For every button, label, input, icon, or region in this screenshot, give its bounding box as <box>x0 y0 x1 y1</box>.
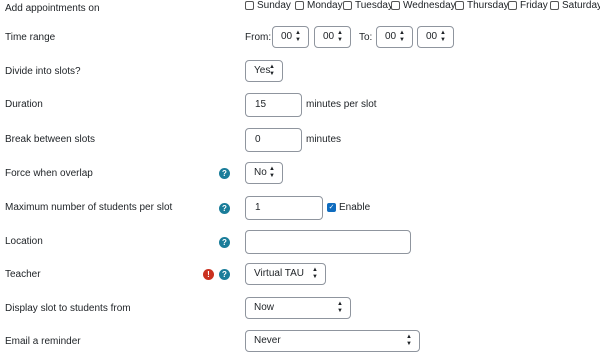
location-input[interactable] <box>245 230 411 254</box>
checkbox-friday[interactable] <box>508 1 517 10</box>
exclamation-circle-icon: ! <box>203 269 214 280</box>
from-hour-select[interactable]: 00 ▲ ▼ <box>272 26 309 48</box>
max-students-label: Maximum number of students per slot <box>5 202 173 213</box>
checkbox-monday[interactable] <box>295 1 304 10</box>
chevron-updown-icon: ▲ ▼ <box>295 30 301 43</box>
from-label: From: <box>245 32 272 43</box>
chevron-updown-icon: ▲ ▼ <box>337 301 343 314</box>
force-overlap-select[interactable]: No ▲ ▼ <box>245 162 283 184</box>
teacher-select[interactable]: Virtual TAU ▲ ▼ <box>245 263 326 285</box>
teacher-label: Teacher <box>5 269 41 280</box>
chevron-updown-icon: ▲ ▼ <box>269 64 275 77</box>
question-circle-icon[interactable]: ? <box>219 203 230 214</box>
duration-suffix: minutes per slot <box>306 99 377 110</box>
divide-select[interactable]: Yes ▲ ▼ <box>245 60 283 82</box>
from-minute-select[interactable]: 00 ▲ ▼ <box>314 26 351 48</box>
chevron-updown-icon: ▲ ▼ <box>269 166 275 179</box>
break-label: Break between slots <box>5 134 96 145</box>
checkbox-saturday[interactable] <box>550 1 559 10</box>
question-circle-icon[interactable]: ? <box>219 168 230 179</box>
question-circle-icon[interactable]: ? <box>219 269 230 280</box>
question-circle-icon[interactable]: ? <box>219 237 230 248</box>
chevron-updown-icon: ▲ ▼ <box>440 30 446 43</box>
checkbox-wednesday[interactable] <box>391 1 400 10</box>
break-suffix: minutes <box>306 134 342 145</box>
chevron-updown-icon: ▲ ▼ <box>312 267 318 280</box>
to-minute-select[interactable]: 00 ▲ ▼ <box>417 26 454 48</box>
to-label: To: <box>359 32 373 43</box>
to-hour-select[interactable]: 00 ▲ ▼ <box>376 26 413 48</box>
display-from-select[interactable]: Now ▲ ▼ <box>245 297 351 319</box>
force-overlap-label: Force when overlap <box>5 168 93 179</box>
email-reminder-select[interactable]: Never ▲ ▼ <box>245 330 420 352</box>
days-label: Add appointments on <box>5 3 100 14</box>
chevron-updown-icon: ▲ ▼ <box>406 334 412 347</box>
checkbox-thursday[interactable] <box>455 1 464 10</box>
checkbox-tuesday[interactable] <box>343 1 352 10</box>
enable-label: Enable <box>339 202 371 213</box>
days-group: Sunday Monday Tuesday Wednesday Thursday… <box>245 0 600 14</box>
enable-checkbox[interactable]: ✓ <box>327 203 336 212</box>
time-range-label: Time range <box>5 32 56 43</box>
location-label: Location <box>5 236 43 247</box>
break-input[interactable]: 0 <box>245 128 302 152</box>
checkbox-sunday[interactable] <box>245 1 254 10</box>
duration-input[interactable]: 15 <box>245 93 302 117</box>
divide-label: Divide into slots? <box>5 66 81 77</box>
display-from-label: Display slot to students from <box>5 303 131 314</box>
email-reminder-label: Email a reminder <box>5 336 81 347</box>
max-students-input[interactable]: 1 <box>245 196 323 220</box>
chevron-updown-icon: ▲ ▼ <box>337 30 343 43</box>
chevron-updown-icon: ▲ ▼ <box>399 30 405 43</box>
duration-label: Duration <box>5 99 43 110</box>
